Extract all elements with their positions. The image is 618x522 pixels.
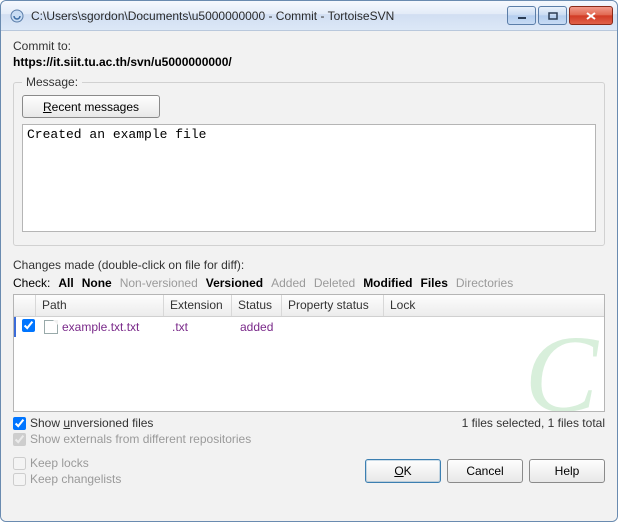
check-added[interactable]: Added [271,276,306,290]
file-list[interactable]: C Path Extension Status Property status … [13,294,605,412]
check-label: Check: [13,276,50,290]
commit-to-label: Commit to: [13,39,605,53]
changes-label: Changes made (double-click on file for d… [13,258,605,272]
row-extension: .txt [166,318,234,336]
check-directories[interactable]: Directories [456,276,513,290]
commit-dialog: C:\Users\sgordon\Documents\u5000000000 -… [0,0,618,522]
col-status[interactable]: Status [232,295,282,316]
window-title: C:\Users\sgordon\Documents\u5000000000 -… [31,9,507,23]
close-button[interactable] [569,6,613,25]
message-group: Message: Recent messages [13,75,605,246]
selection-status: 1 files selected, 1 files total [462,416,605,446]
check-none[interactable]: None [82,276,112,290]
col-path[interactable]: Path [36,295,164,316]
file-icon [44,320,58,334]
app-icon [9,8,25,24]
check-all[interactable]: All [58,276,73,290]
check-nonversioned[interactable]: Non-versioned [120,276,198,290]
col-property-status[interactable]: Property status [282,295,384,316]
check-files[interactable]: Files [421,276,448,290]
below-list: Show unversioned files Show externals fr… [13,416,605,446]
show-externals-checkbox: Show externals from different repositori… [13,432,251,446]
cancel-button[interactable]: Cancel [447,459,523,483]
maximize-button[interactable] [538,6,567,25]
check-deleted[interactable]: Deleted [314,276,355,290]
titlebar[interactable]: C:\Users\sgordon\Documents\u5000000000 -… [1,1,617,31]
show-unversioned-checkbox[interactable]: Show unversioned files [13,416,251,430]
row-status: added [234,318,284,336]
help-button[interactable]: Help [529,459,605,483]
check-filter-bar: Check: All None Non-versioned Versioned … [13,276,605,290]
row-checkbox[interactable] [22,319,35,332]
table-row[interactable]: example.txt.txt .txt added [14,317,604,337]
minimize-button[interactable] [507,6,536,25]
bottom-row: Keep locks Keep changelists OK Cancel He… [13,456,605,486]
check-versioned[interactable]: Versioned [206,276,263,290]
message-legend: Message: [22,75,82,89]
file-list-header[interactable]: Path Extension Status Property status Lo… [14,295,604,317]
keep-locks-checkbox: Keep locks [13,456,121,470]
col-extension[interactable]: Extension [164,295,232,316]
col-lock[interactable]: Lock [384,295,444,316]
check-modified[interactable]: Modified [363,276,412,290]
recent-messages-button[interactable]: Recent messages [22,95,160,118]
commit-to-url: https://it.siit.tu.ac.th/svn/u5000000000… [13,55,605,69]
row-propstatus [284,325,386,329]
row-lock [386,325,446,329]
client-area: Commit to: https://it.siit.tu.ac.th/svn/… [1,31,617,521]
commit-message-input[interactable] [22,124,596,232]
keep-changelists-checkbox: Keep changelists [13,472,121,486]
row-path: example.txt.txt [62,320,139,334]
ok-button[interactable]: OK [365,459,441,483]
